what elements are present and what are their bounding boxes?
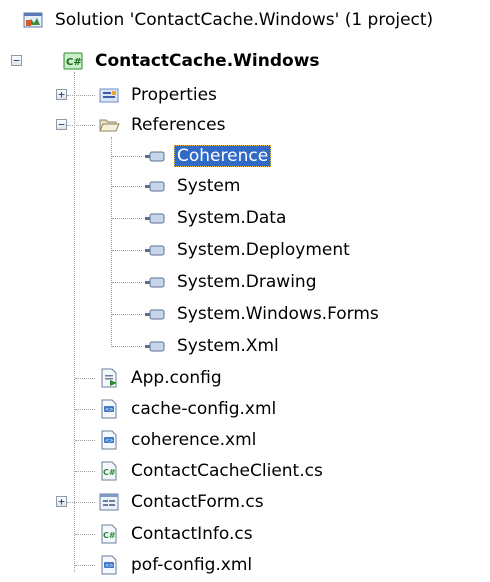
svg-text:<>: <> [105,407,113,413]
properties-folder-icon [98,84,120,106]
tree-connector [75,409,95,410]
reference-label: System.Windows.Forms [177,304,379,324]
config-file-icon [98,367,120,389]
reference-label: System.Xml [177,336,279,356]
file-item-coherence-xml[interactable]: <> coherence.xml [98,427,259,453]
svg-text:C#: C# [66,57,82,68]
file-item-pof-config[interactable]: <> pof-config.xml [98,552,255,578]
svg-text:<>: <> [105,438,113,444]
svg-text:C#: C# [103,531,116,540]
tree-connector [112,346,142,347]
tree-connector [112,282,142,283]
file-item-contact-cache-client[interactable]: C# ContactCacheClient.cs [98,458,326,484]
tree-connector [75,565,95,566]
file-item-contact-info[interactable]: C# ContactInfo.cs [98,521,256,547]
tree-connector [75,440,95,441]
file-item-cache-config[interactable]: <> cache-config.xml [98,396,279,422]
tree-guide-line [74,72,75,572]
reference-icon [144,207,166,229]
tree-connector [112,218,142,219]
file-label: pof-config.xml [131,555,253,575]
tree-connector [112,156,142,157]
solution-node[interactable]: Solution 'ContactCache.Windows' (1 proje… [22,7,436,33]
tree-connector [67,95,95,96]
form-file-icon [98,491,120,513]
file-label: ContactCacheClient.cs [131,461,323,481]
file-item-app-config[interactable]: App.config [98,365,225,391]
tree-connector [112,314,142,315]
xml-file-icon: <> [98,398,120,420]
csharp-file-icon: C# [98,523,120,545]
references-guide-line [111,137,112,347]
tree-connector [112,186,142,187]
reference-label: System.Data [177,208,287,228]
csharp-file-icon: C# [98,460,120,482]
solution-icon [22,9,44,31]
reference-item[interactable]: System.Deployment [144,237,353,263]
open-folder-icon [98,114,120,136]
solution-label: Solution 'ContactCache.Windows' (1 proje… [55,10,434,30]
csharp-project-icon: C# [62,50,84,72]
properties-expand-toggle[interactable]: + [56,89,67,100]
project-node[interactable]: C# ContactCache.Windows [62,48,323,74]
solution-explorer-tree: Solution 'ContactCache.Windows' (1 proje… [0,0,490,582]
svg-text:<>: <> [105,563,113,569]
tree-connector [112,250,142,251]
reference-label: System [177,176,241,196]
reference-label: System.Deployment [177,240,350,260]
reference-icon [144,239,166,261]
tree-connector [75,534,95,535]
project-label: ContactCache.Windows [95,51,320,71]
xml-file-icon: <> [98,554,120,576]
reference-item[interactable]: Coherence [144,143,272,169]
reference-icon [144,145,166,167]
reference-item[interactable]: System.Windows.Forms [144,301,382,327]
reference-icon [144,335,166,357]
references-collapse-toggle[interactable]: − [56,119,67,130]
reference-item[interactable]: System.Data [144,205,289,231]
file-item-contact-form[interactable]: ContactForm.cs [98,489,267,515]
xml-file-icon: <> [98,429,120,451]
reference-icon [144,271,166,293]
reference-label: System.Drawing [177,272,317,292]
svg-text:C#: C# [103,468,116,477]
reference-item[interactable]: System.Drawing [144,269,320,295]
tree-item-label: Properties [131,85,217,105]
tree-connector [75,378,95,379]
file-label: coherence.xml [131,430,257,450]
tree-item-label: References [131,115,226,135]
file-label: cache-config.xml [131,399,277,419]
tree-item-references[interactable]: References [98,112,228,138]
tree-connector [67,125,95,126]
tree-item-properties[interactable]: Properties [98,82,220,108]
contact-form-expand-toggle[interactable]: + [56,496,67,507]
project-collapse-toggle[interactable]: − [11,55,22,66]
reference-item[interactable]: System [144,173,243,199]
file-label: App.config [131,368,222,388]
tree-connector [67,502,95,503]
reference-label: Coherence [174,145,272,167]
reference-icon [144,303,166,325]
file-label: ContactInfo.cs [131,524,253,544]
reference-item[interactable]: System.Xml [144,333,282,359]
tree-connector [75,471,95,472]
file-label: ContactForm.cs [131,492,264,512]
reference-icon [144,175,166,197]
